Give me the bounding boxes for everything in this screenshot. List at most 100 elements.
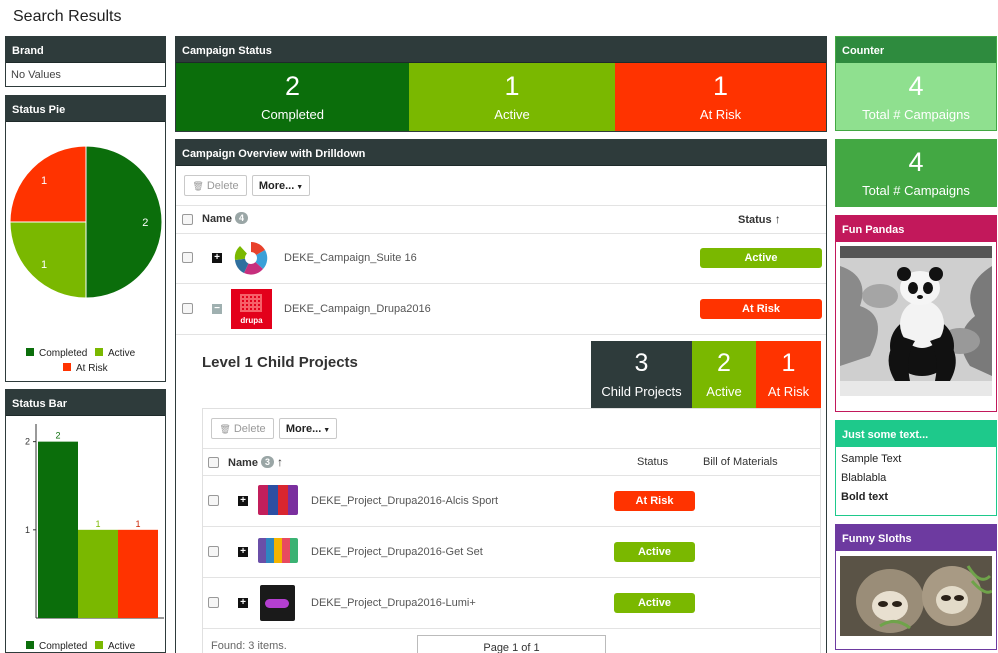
tile-child-at-risk[interactable]: 1 At Risk [756, 341, 821, 408]
child-projects-count: 3 [634, 349, 649, 377]
child-column-header-bom[interactable]: Bill of Materials [703, 456, 778, 468]
project-name-link[interactable]: DEKE_Project_Drupa2016-Get Set [311, 546, 483, 558]
campaign-name-link[interactable]: DEKE_Campaign_Drupa2016 [284, 303, 431, 315]
child-projects-grid: 🗑 Delete More... ▼ Name 3 ↑ Status Bill o… [202, 408, 821, 653]
product-thumbnail [258, 538, 298, 563]
delete-label: Delete [206, 180, 239, 192]
tile-active-count: 1 [504, 71, 520, 101]
status-pie-header: Status Pie [6, 96, 165, 122]
bar-legend-completed: Completed [39, 641, 87, 652]
drupa-logo-text: drupa [240, 316, 263, 325]
status-bar-chart: 1 2 2 1 1 Completed Active [25, 424, 164, 652]
row-checkbox[interactable] [208, 597, 219, 608]
counter-2-label: Total # Campaigns [862, 183, 970, 198]
child-more-button[interactable]: More... ▼ [279, 418, 337, 439]
child-delete-button[interactable]: 🗑 Delete [211, 418, 274, 439]
row-checkbox[interactable] [208, 546, 219, 557]
collapse-icon[interactable]: − [212, 304, 222, 314]
child-column-name-label: Name [228, 457, 258, 469]
child-projects-title: Level 1 Child Projects [202, 354, 358, 371]
pie-label: 2 [142, 217, 148, 229]
product-thumbnail [260, 585, 295, 621]
expand-icon[interactable]: + [238, 496, 248, 506]
counter-label: Total # Campaigns [862, 107, 970, 122]
brand-value: No Values [11, 69, 61, 81]
text-line: Sample Text [841, 453, 902, 465]
status-badge: At Risk [614, 491, 695, 511]
pie-label: 1 [41, 175, 47, 187]
tile-child-active[interactable]: 2 Active [692, 341, 756, 408]
page-indicator: Page 1 of 1 [483, 642, 540, 653]
tile-at-risk-label: At Risk [699, 107, 742, 122]
campaign-status-header: Campaign Status [176, 37, 826, 63]
pagination[interactable]: Page 1 of 1 [417, 635, 606, 653]
expand-icon[interactable]: + [212, 253, 222, 263]
bar-value-label: 1 [95, 519, 100, 529]
status-badge: At Risk [700, 299, 822, 319]
brand-header: Brand [6, 37, 165, 63]
tile-child-projects[interactable]: 3 Child Projects [591, 341, 692, 408]
child-column-header-name[interactable]: Name 3 ↑ [228, 455, 283, 469]
expand-icon[interactable]: + [238, 547, 248, 557]
more-button[interactable]: More... ▼ [252, 175, 310, 196]
column-header-name[interactable]: Name 4 [202, 212, 248, 225]
bar-y-tick-label: 1 [25, 525, 30, 535]
legend-active: Active [108, 348, 136, 359]
expand-icon[interactable]: + [238, 598, 248, 608]
column-name-label: Name [202, 213, 232, 225]
more-label: More... [258, 180, 295, 192]
product-thumbnail [258, 485, 298, 515]
child-more-label: More... [285, 423, 322, 435]
tile-completed[interactable]: 2 Completed [176, 63, 409, 131]
panda-photo [840, 246, 992, 396]
counter-number: 4 [908, 71, 924, 101]
tile-active[interactable]: 1 Active [409, 63, 615, 131]
status-badge: Active [614, 593, 695, 613]
fun-pandas-header: Fun Pandas [836, 216, 996, 242]
campaign-overview-header: Campaign Overview with Drilldown [176, 140, 826, 166]
status-badge: Active [614, 542, 695, 562]
project-name-link[interactable]: DEKE_Project_Drupa2016-Lumi+ [311, 597, 476, 609]
text-panel-header: Just some text... [836, 421, 996, 447]
sloth-photo [840, 556, 992, 636]
funny-sloths-header: Funny Sloths [836, 525, 996, 551]
status-pie-panel: Status Pie 2 1 1 Completed Active At Risk [5, 95, 166, 382]
row-checkbox[interactable] [182, 252, 193, 263]
name-count-badge: 4 [234, 212, 248, 224]
child-select-all-checkbox[interactable] [208, 457, 219, 468]
bar-legend-swatch-active [95, 641, 103, 649]
child-at-risk-count: 1 [781, 349, 796, 377]
counter-tile[interactable]: 4 Total # Campaigns [836, 63, 996, 130]
status-bar-panel: Status Bar 1 2 2 1 1 Completed Active [5, 389, 166, 653]
text-panel: Just some text... Sample Text Blablabla … [835, 420, 997, 516]
row-checkbox[interactable] [182, 303, 193, 314]
tile-completed-count: 2 [284, 71, 301, 101]
row-checkbox[interactable] [208, 495, 219, 506]
caret-down-icon: ▼ [294, 184, 304, 191]
child-projects-label: Child Projects [601, 384, 682, 399]
status-badge: Active [700, 248, 822, 268]
delete-button[interactable]: 🗑 Delete [184, 175, 247, 196]
campaign-name-link[interactable]: DEKE_Campaign_Suite 16 [284, 252, 417, 264]
caret-down-icon: ▼ [321, 427, 331, 434]
tile-at-risk[interactable]: 1 At Risk [615, 63, 826, 131]
column-header-status[interactable]: Status ↑ [738, 212, 781, 226]
bar-value-label: 1 [135, 519, 140, 529]
legend-swatch-at-risk [63, 363, 71, 371]
counter-tile-2[interactable]: 4 Total # Campaigns [835, 139, 997, 207]
child-at-risk-label: At Risk [767, 384, 810, 399]
tile-completed-label: Completed [261, 107, 324, 122]
select-all-checkbox[interactable] [182, 214, 193, 225]
trash-icon: 🗑 [192, 181, 204, 191]
counter-panel: Counter 4 Total # Campaigns [835, 36, 997, 131]
child-delete-label: Delete [233, 423, 266, 435]
pie-label: 1 [41, 259, 47, 271]
legend-swatch-active [95, 348, 103, 356]
child-column-header-status[interactable]: Status [637, 456, 668, 468]
column-status-label: Status [738, 214, 772, 226]
found-count: Found: 3 items. [211, 640, 287, 652]
status-bar-header: Status Bar [6, 390, 165, 416]
legend-swatch-completed [26, 348, 34, 356]
sort-asc-icon: ↑ [277, 455, 284, 469]
project-name-link[interactable]: DEKE_Project_Drupa2016-Alcis Sport [311, 495, 498, 507]
